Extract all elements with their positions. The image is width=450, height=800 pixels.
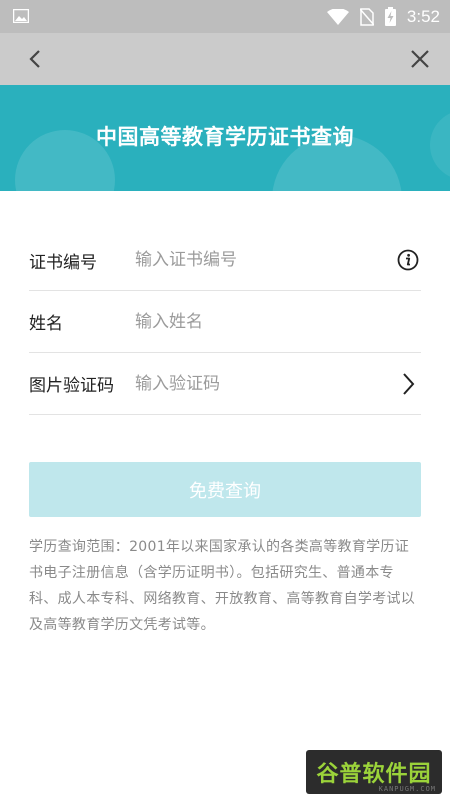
battery-charging-icon	[384, 7, 396, 26]
captcha-label: 图片验证码	[29, 376, 114, 396]
name-row: 姓名	[29, 291, 421, 353]
page-title: 中国高等教育学历证书查询	[96, 125, 354, 149]
site-watermark: 谷普软件园 KANPUGM.COM	[306, 750, 442, 794]
certificate-number-row: 证书编号	[29, 230, 421, 291]
status-clock: 3:52	[406, 6, 440, 26]
chevron-left-icon	[29, 50, 40, 68]
name-label: 姓名	[29, 314, 63, 334]
query-form: 证书编号 姓名 图片验证码	[29, 230, 421, 415]
status-bar: 3:52	[0, 0, 450, 33]
query-scope-description: 学历查询范围：2001年以来国家承认的各类高等教育学历证书电子注册信息（含学历证…	[29, 539, 416, 633]
watermark-subtext: KANPUGM.COM	[378, 785, 436, 793]
toolbar	[0, 33, 450, 85]
back-button[interactable]	[21, 45, 49, 73]
wifi-icon	[326, 8, 349, 25]
no-sim-icon	[359, 7, 374, 26]
info-icon	[397, 249, 419, 271]
certificate-number-label: 证书编号	[29, 252, 97, 273]
captcha-refresh-button[interactable]	[395, 371, 421, 397]
watermark-text: 谷普软件园	[316, 762, 432, 787]
close-icon	[411, 50, 429, 68]
chevron-right-icon	[403, 372, 415, 395]
free-query-button[interactable]: 免费查询	[29, 462, 421, 517]
captcha-input[interactable]	[135, 373, 395, 394]
header-banner: 中国高等教育学历证书查询	[0, 85, 450, 191]
certificate-info-button[interactable]	[395, 247, 421, 273]
captcha-row: 图片验证码	[29, 353, 421, 415]
close-button[interactable]	[406, 45, 434, 73]
certificate-number-input[interactable]	[135, 250, 395, 270]
image-notification-icon	[13, 9, 29, 23]
name-input[interactable]	[135, 311, 421, 332]
